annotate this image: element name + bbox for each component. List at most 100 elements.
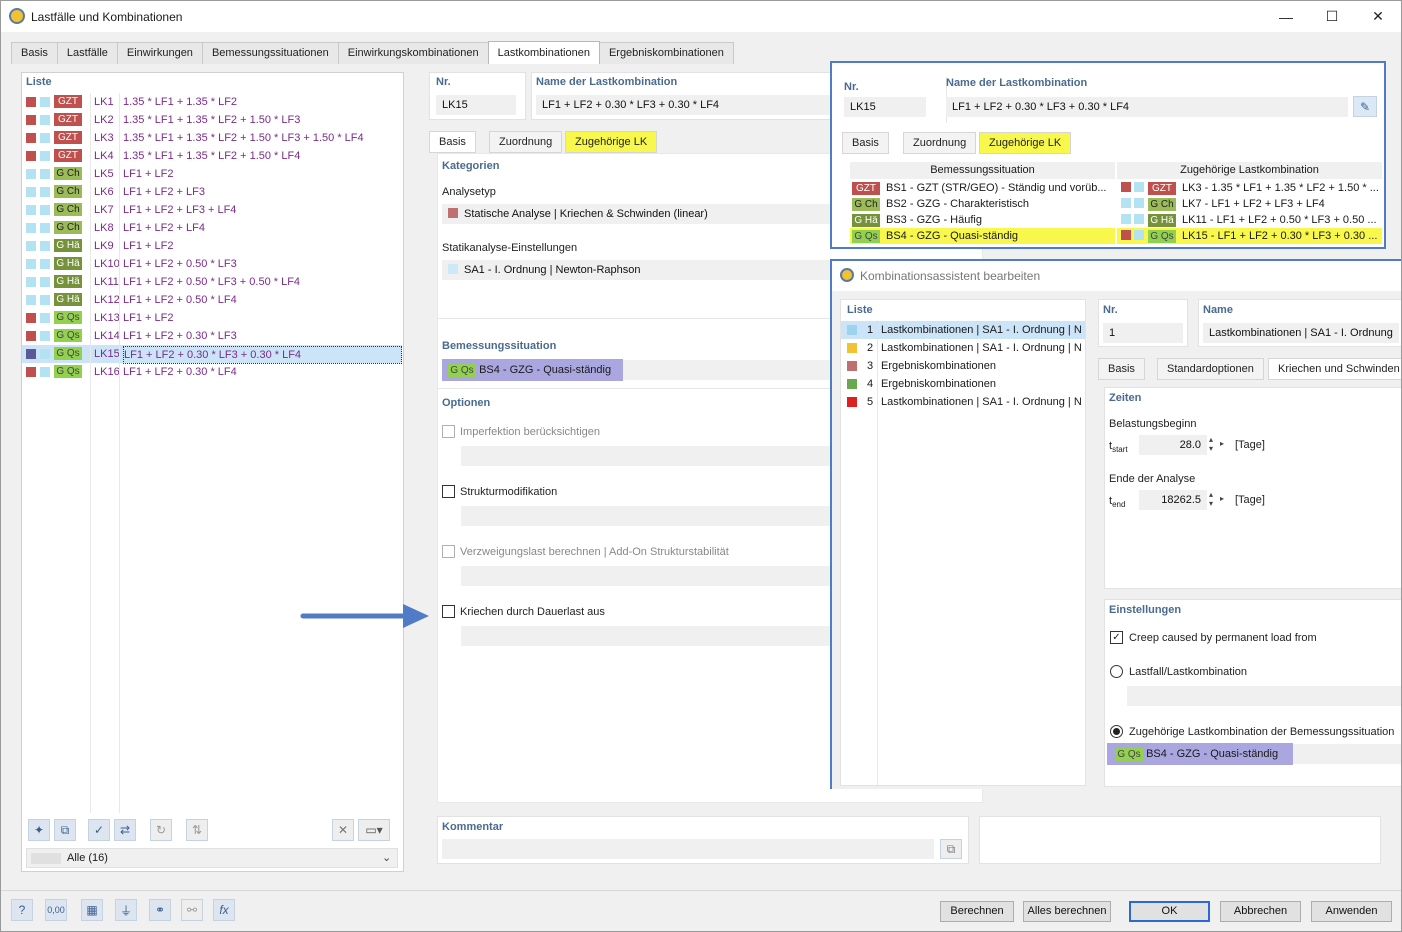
help-icon[interactable]: ? xyxy=(11,899,33,921)
kriechen-checkbox[interactable] xyxy=(442,605,455,618)
abbrechen-button[interactable]: Abbrechen xyxy=(1220,901,1301,922)
list-item[interactable]: G HäLK12LF1 + LF2 + 0.50 * LF4 xyxy=(22,291,402,309)
unlink-icon[interactable]: ⚯ xyxy=(181,899,203,921)
nr-field[interactable]: LK15 xyxy=(436,95,516,115)
ov1-lk-row[interactable]: GZTLK3 - 1.35 * LF1 + 1.35 * LF2 + 1.50 … xyxy=(1117,180,1382,196)
ov1-subtab-basis[interactable]: Basis xyxy=(842,132,889,154)
subtab-zugehoerige-lk[interactable]: Zugehörige LK xyxy=(565,131,657,153)
assistant-icon xyxy=(840,268,854,282)
maximize-button[interactable]: ☐ xyxy=(1309,1,1355,32)
ov2-subtab-kriechen[interactable]: Kriechen und Schwinden xyxy=(1268,358,1402,380)
list-item[interactable]: G HäLK11LF1 + LF2 + 0.50 * LF3 + 0.50 * … xyxy=(22,273,402,291)
ov1-lk-row[interactable]: G QsLK15 - LF1 + LF2 + 0.30 * LF3 + 0.30… xyxy=(1117,228,1382,244)
tend-arrow-icon[interactable]: ▸ xyxy=(1220,494,1224,503)
tab-einwirkungen[interactable]: Einwirkungen xyxy=(117,42,203,64)
ov1-lk-row[interactable]: G ChLK7 - LF1 + LF2 + LF3 + LF4 xyxy=(1117,196,1382,212)
radio-zugehoerige[interactable] xyxy=(1110,725,1123,738)
list-item-expr: LF1 + LF2 + 0.30 * LF3 xyxy=(123,327,237,345)
tab-bemessungssituationen[interactable]: Bemessungssituationen xyxy=(202,42,339,64)
strukturmodifikation-checkbox[interactable] xyxy=(442,485,455,498)
new-item-icon[interactable]: ✦ xyxy=(28,819,50,841)
ov1-subtab-zuordnung[interactable]: Zuordnung xyxy=(903,132,976,154)
creep-checkbox[interactable]: ✓ xyxy=(1110,631,1123,644)
delete-icon[interactable]: ✕ xyxy=(332,819,354,841)
anwenden-button[interactable]: Anwenden xyxy=(1311,901,1392,922)
ov1-lk-row[interactable]: G HäLK11 - LF1 + LF2 + 0.50 * LF3 + 0.50… xyxy=(1117,212,1382,228)
verzweigungslast-checkbox[interactable] xyxy=(442,545,455,558)
tab-lastkombinationen[interactable]: Lastkombinationen xyxy=(488,41,600,64)
ov1-nr-field[interactable]: LK15 xyxy=(844,97,926,117)
berechnen-button[interactable]: Berechnen xyxy=(940,901,1014,922)
list-item[interactable]: GZTLK11.35 * LF1 + 1.35 * LF2 xyxy=(22,93,402,111)
ok-button[interactable]: OK xyxy=(1129,901,1210,922)
tab-lastfaelle[interactable]: Lastfälle xyxy=(57,42,118,64)
table-icon[interactable]: ▦ xyxy=(81,899,103,921)
ov1-bs-row[interactable]: GZTBS1 - GZT (STR/GEO) - Ständig und vor… xyxy=(850,180,1115,196)
statik-label: Statikanalyse-Einstellungen xyxy=(442,242,577,254)
formula-icon[interactable]: fx xyxy=(213,899,235,921)
list-item-tag: G Qs xyxy=(54,347,82,360)
list-item[interactable]: G ChLK8LF1 + LF2 + LF4 xyxy=(22,219,402,237)
filter-icon[interactable]: ⏚ xyxy=(115,899,137,921)
sort-icon[interactable]: ⇅ xyxy=(186,819,208,841)
ov1-name-field[interactable]: LF1 + LF2 + 0.30 * LF3 + 0.30 * LF4 xyxy=(946,97,1348,117)
ov2-list-item[interactable]: 4Ergebniskombinationen xyxy=(841,375,1085,393)
ov2-subtab-basis[interactable]: Basis xyxy=(1098,358,1145,380)
minimize-button[interactable]: — xyxy=(1263,1,1309,32)
ov2-list-item[interactable]: 1Lastkombinationen | SA1 - I. Ordnung | … xyxy=(841,321,1085,339)
beginn-label: Belastungsbeginn xyxy=(1109,418,1196,430)
ov2-list-item[interactable]: 2Lastkombinationen | SA1 - I. Ordnung | … xyxy=(841,339,1085,357)
tab-basis[interactable]: Basis xyxy=(11,42,58,64)
list-item[interactable]: GZTLK21.35 * LF1 + 1.35 * LF2 + 1.50 * L… xyxy=(22,111,402,129)
tab-einwirkungskombinationen[interactable]: Einwirkungskombinationen xyxy=(338,42,489,64)
list-item-marker xyxy=(40,97,50,107)
tstart-field[interactable]: 28.0 xyxy=(1139,435,1207,455)
ov1-bs-row[interactable]: G QsBS4 - GZG - Quasi-ständig xyxy=(850,228,1115,244)
list-item[interactable]: G ChLK5LF1 + LF2 xyxy=(22,165,402,183)
ov1-bs-row[interactable]: G HäBS3 - GZG - Häufig xyxy=(850,212,1115,228)
list-item[interactable]: G QsLK14LF1 + LF2 + 0.30 * LF3 xyxy=(22,327,402,345)
tend-field[interactable]: 18262.5 xyxy=(1139,490,1207,510)
list-item[interactable]: G QsLK15LF1 + LF2 + 0.30 * LF3 + 0.30 * … xyxy=(22,345,402,363)
bs-selected[interactable]: G Qs BS4 - GZG - Quasi-ständig xyxy=(442,359,623,381)
edit-name-icon[interactable]: ✎ xyxy=(1353,96,1377,117)
kommentar-field[interactable] xyxy=(442,839,934,859)
link-icon[interactable]: ⚭ xyxy=(149,899,171,921)
alles-berechnen-button[interactable]: Alles berechnen xyxy=(1023,901,1111,922)
view-options-icon[interactable]: ▭▾ xyxy=(358,819,390,841)
tend-spinner[interactable]: ▴▾ xyxy=(1209,490,1213,508)
list-item[interactable]: G HäLK10LF1 + LF2 + 0.50 * LF3 xyxy=(22,255,402,273)
ov1-bs-row[interactable]: G ChBS2 - GZG - Charakteristisch xyxy=(850,196,1115,212)
list-item[interactable]: G ChLK7LF1 + LF2 + LF3 + LF4 xyxy=(22,201,402,219)
ov2-list-item[interactable]: 3Ergebniskombinationen xyxy=(841,357,1085,375)
tab-ergebniskombinationen[interactable]: Ergebniskombinationen xyxy=(599,42,734,64)
copy-item-icon[interactable]: ⧉ xyxy=(54,819,76,841)
close-button[interactable]: ✕ xyxy=(1355,1,1401,32)
check-toggle-icon[interactable]: ⇄ xyxy=(114,819,136,841)
filter-select[interactable]: Alle (16) ⌄ xyxy=(26,848,398,868)
ov1-subtab-zugehoerige-lk[interactable]: Zugehörige LK xyxy=(979,132,1071,154)
ov2-list-item[interactable]: 5Lastkombinationen | SA1 - I. Ordnung | … xyxy=(841,393,1085,411)
lastfall-field[interactable] xyxy=(1127,686,1402,706)
list-item-marker xyxy=(40,367,50,377)
ov2-name-field[interactable]: Lastkombinationen | SA1 - I. Ordnung xyxy=(1203,323,1399,343)
list-item[interactable]: G ChLK6LF1 + LF2 + LF3 xyxy=(22,183,402,201)
subtab-zuordnung[interactable]: Zuordnung xyxy=(489,131,562,153)
list-item[interactable]: G QsLK13LF1 + LF2 xyxy=(22,309,402,327)
ov2-subtab-standardoptionen[interactable]: Standardoptionen xyxy=(1157,358,1264,380)
imperfektion-checkbox[interactable] xyxy=(442,425,455,438)
units-icon[interactable]: 0,00 xyxy=(45,899,67,921)
list-item[interactable]: G QsLK16LF1 + LF2 + 0.30 * LF4 xyxy=(22,363,402,381)
list-item[interactable]: GZTLK31.35 * LF1 + 1.35 * LF2 + 1.50 * L… xyxy=(22,129,402,147)
tstart-arrow-icon[interactable]: ▸ xyxy=(1220,439,1224,448)
list-item[interactable]: G HäLK9LF1 + LF2 xyxy=(22,237,402,255)
check-all-icon[interactable]: ✓ xyxy=(88,819,110,841)
ov2-nr-field[interactable]: 1 xyxy=(1103,323,1183,343)
copy-comment-icon[interactable]: ⧉ xyxy=(940,839,962,859)
subtab-basis[interactable]: Basis xyxy=(429,131,476,153)
renumber-icon[interactable]: ↻ xyxy=(150,819,172,841)
zugehoerige-selected[interactable]: G Qs BS4 - GZG - Quasi-ständig xyxy=(1107,743,1293,765)
list-item[interactable]: GZTLK41.35 * LF1 + 1.35 * LF2 + 1.50 * L… xyxy=(22,147,402,165)
tstart-spinner[interactable]: ▴▾ xyxy=(1209,435,1213,453)
radio-lastfall[interactable] xyxy=(1110,665,1123,678)
